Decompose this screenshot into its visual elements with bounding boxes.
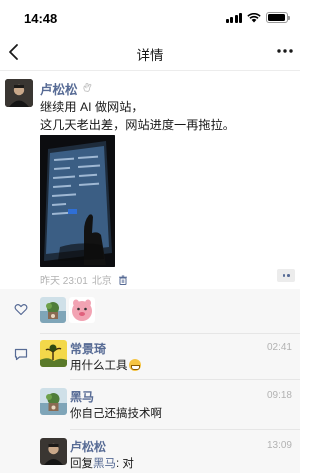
wave-hand-icon — [82, 82, 93, 96]
nav-bar: 详情 — [0, 34, 300, 70]
comment-avatar[interactable] — [40, 340, 67, 367]
status-bar: 14:48 — [0, 0, 300, 34]
comment-divider — [70, 429, 300, 430]
comment-icon — [14, 348, 28, 361]
post-text-line: 继续用 AI 做网站， — [40, 100, 144, 114]
reply-prefix: 回复 — [70, 458, 93, 470]
cellular-signal-icon — [225, 12, 242, 23]
like-avatar[interactable] — [40, 297, 66, 323]
comment-text: 你自己还搞技术啊 — [70, 408, 162, 420]
comment-author[interactable]: 卢松松 — [70, 438, 106, 455]
like-comment-button[interactable] — [277, 269, 295, 282]
comment-text: 回复黑马: 对 — [70, 455, 134, 471]
post-text-line: 这几天老出差，网站进度一再拖拉。 — [40, 118, 235, 132]
comment-divider — [70, 379, 300, 380]
grin-emoji-icon — [128, 359, 141, 371]
comment-avatar[interactable] — [40, 438, 67, 465]
post-meta: 昨天 23:01 北京 — [40, 272, 128, 287]
post-video-thumbnail[interactable] — [40, 135, 115, 267]
post-location[interactable]: 北京 — [92, 272, 112, 287]
post-time: 昨天 23:01 — [40, 276, 88, 287]
reply-to-name[interactable]: 黑马 — [93, 458, 116, 470]
battery-level — [268, 14, 286, 21]
status-icons — [225, 12, 290, 23]
comments-box: 常景琦 02:41 用什么工具 黑马 09:18 你自己还搞技术啊 卢松松 13… — [0, 289, 300, 473]
author-row: 卢松松 — [40, 79, 93, 98]
nav-divider — [0, 70, 300, 71]
like-avatar[interactable] — [69, 297, 95, 323]
comment-time: 02:41 — [266, 342, 292, 353]
comment-text: 用什么工具 — [70, 357, 141, 373]
wifi-icon — [247, 12, 261, 22]
battery-icon — [266, 12, 290, 23]
post-text: 继续用 AI 做网站， 这几天老出差，网站进度一再拖拉。 — [40, 98, 290, 134]
comment-avatar[interactable] — [40, 388, 67, 415]
comment-text-value: 用什么工具 — [70, 360, 128, 372]
comment-author[interactable]: 常景琦 — [70, 340, 106, 357]
author-name[interactable]: 卢松松 — [40, 79, 78, 98]
status-time: 14:48 — [24, 11, 58, 26]
like-divider — [40, 333, 300, 334]
comment-time: 09:18 — [266, 390, 292, 401]
comment-author[interactable]: 黑马 — [70, 388, 94, 405]
heart-icon — [14, 303, 28, 316]
author-avatar[interactable] — [5, 79, 33, 107]
trash-icon[interactable] — [118, 275, 128, 285]
page-title: 详情 — [136, 48, 164, 63]
more-dots-icon[interactable] — [276, 46, 294, 56]
like-row — [0, 293, 300, 334]
comment-text-value: 对 — [122, 458, 134, 470]
comment-time: 13:09 — [266, 440, 292, 451]
